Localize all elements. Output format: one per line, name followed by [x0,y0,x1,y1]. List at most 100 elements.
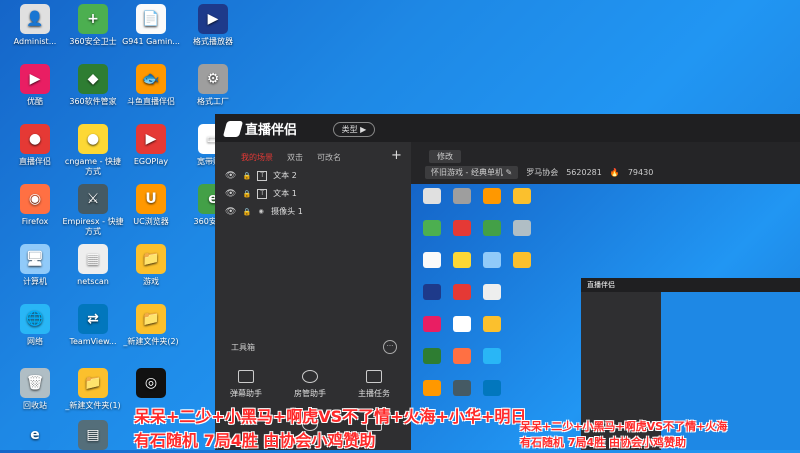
admin-icon [302,370,318,383]
lock-icon[interactable]: 🔒 [242,190,251,198]
tool-label: 弹幕助手 [230,389,262,398]
desktop-icon[interactable]: 📁 游戏 [120,244,182,287]
mini-icon [483,188,501,204]
desktop-icon[interactable]: ◉ Firefox [4,184,66,227]
app-icon: ▤ [78,420,108,450]
edit-button[interactable]: 修改 [429,150,461,163]
mini-desktop-icon [447,380,477,397]
desktop-icon[interactable]: ⚙ 格式工厂 [182,64,244,107]
desktop-icon[interactable]: ⚔ Empiresx - 快捷方式 [62,184,124,237]
more-icon[interactable]: ··· [383,340,397,354]
mini-icon [483,380,501,396]
app-icon: ⚔ [78,184,108,214]
app-icon: ◆ [78,64,108,94]
desktop-icon[interactable]: 🐟 斗鱼直播伴侣 [120,64,182,107]
desktop-icon[interactable]: ▦ netscan [62,244,124,287]
toolbox-title: 工具箱 [231,343,255,352]
desktop-icon[interactable]: 👤 Administ... [4,4,66,47]
mini-icon [453,316,471,332]
scene-item[interactable]: 👁 🔒 T 文本 1 [225,188,297,199]
app-logo: 直播伴侣 [222,119,297,138]
mini-desktop-icon [477,316,507,333]
desktop-icon-label: UC浏览器 [133,217,169,226]
desktop-icon[interactable]: e [4,420,66,453]
desktop-icon-label: Administ... [13,37,57,46]
desktop-icon[interactable]: ◎ [120,368,182,401]
desktop-icon-label: 360软件管家 [69,97,117,106]
app-icon: e [20,420,50,450]
desktop-icon[interactable]: ● cngame - 快捷方式 [62,124,124,177]
desktop-icon[interactable]: ◆ 360软件管家 [62,64,124,107]
desktop-icon-label: netscan [77,277,109,286]
desktop-icon[interactable]: ▤ [62,420,124,453]
desktop-icon[interactable]: 🗑 回收站 [4,368,66,411]
text-source-icon: T [257,170,268,181]
eye-icon[interactable]: 👁 [225,207,236,217]
streamer-name: 罗马协会 [526,168,559,177]
eye-icon[interactable]: 👁 [225,189,236,199]
mini-desktop-icon [477,252,507,269]
mini-desktop-icon [447,220,477,237]
host-task-button[interactable]: 主播任务 [349,370,399,399]
app-icon: ▦ [78,244,108,274]
desktop-icon-label: EGOPlay [133,157,169,166]
danmaku-helper-button[interactable]: 弹幕助手 [221,370,271,399]
desktop-icon-label: 计算机 [23,277,47,286]
desktop-icon[interactable]: 📁 _新建文件夹(1) [62,368,124,411]
desktop-icon-label: 直播伴侣 [19,157,51,166]
app-icon: ⇄ [78,304,108,334]
tab-my-scenes[interactable]: 我的场景 [241,152,273,163]
desktop-icon[interactable]: ⇄ TeamView... [62,304,124,347]
desktop-icon[interactable]: 📁 _新建文件夹(2) [120,304,182,347]
desktop-icon[interactable]: ▶ 格式播放器 [182,4,244,47]
overlay-small-line-2: 有石随机 7局4胜 由协会小鸡赞助 [520,436,686,449]
desktop-icon-label: 格式工厂 [197,97,229,106]
desktop-icon[interactable]: ▶ 优酷 [4,64,66,107]
app-icon: ◉ [20,184,50,214]
type-button[interactable]: 类型 ▶ [333,122,375,137]
room-admin-button[interactable]: 房管助手 [285,370,335,399]
scene-item[interactable]: 👁 🔒 T 文本 2 [225,170,297,181]
tab-rename[interactable]: 可改名 [317,152,341,163]
danmaku-icon [238,370,254,383]
desktop-icon[interactable]: U UC浏览器 [120,184,182,227]
eye-icon[interactable]: 👁 [225,171,236,181]
mini-desktop-icon [477,380,507,397]
mini-desktop-icon [447,316,477,333]
text-source-icon: T [257,188,268,199]
tab-double-click[interactable]: 双击 [287,152,303,163]
overlay-small-line-1: 呆呆+二少+小黑马+啊虎VS不了情+火海 [520,420,728,433]
app-icon: 📁 [78,368,108,398]
scene-label: 文本 2 [273,171,297,180]
category-selector[interactable]: 怀旧游戏 - 经典单机 ✎ [425,166,519,179]
lock-icon[interactable]: 🔒 [242,172,251,180]
mini-desktop-icon [447,348,477,365]
live-companion-window: 直播伴侣 类型 ▶ 我的场景 双击 可改名 + 👁 🔒 T 文本 2 👁 🔒 T… [215,114,800,450]
camera-icon: ◉ [258,207,264,215]
desktop-icon-label: G941 Gamin... [122,37,180,46]
mini-desktop-icon [447,284,477,301]
mini-desktop-icon [507,220,537,237]
desktop-icon-label: _新建文件夹(1) [65,401,121,410]
fans-icon: 🔥 [609,168,620,177]
mini-icon [423,220,441,236]
scene-label: 摄像头 1 [271,207,303,216]
mini-icon [483,316,501,332]
desktop-icon[interactable]: 🌐 网络 [4,304,66,347]
desktop-icon[interactable]: ● 直播伴侣 [4,124,66,167]
desktop-icon[interactable]: 🖥 计算机 [4,244,66,287]
mini-desktop-icon [417,220,447,237]
mini-icon [423,380,441,396]
scene-item[interactable]: 👁 🔒 ◉ 摄像头 1 [225,206,303,217]
desktop-icon-label: 斗鱼直播伴侣 [127,97,175,106]
mini-desktop-icon [417,252,447,269]
logo-icon [222,120,244,137]
mini-icon [453,348,471,364]
lock-icon[interactable]: 🔒 [242,208,251,216]
desktop-icon[interactable]: +360安全卫士 [62,4,124,47]
add-scene-icon[interactable]: + [391,148,402,163]
desktop-icon[interactable]: 📄 G941 Gamin... [120,4,182,47]
desktop-icon-label: 360安全卫士 [69,37,117,46]
desktop-icon[interactable]: ▶ EGOPlay [120,124,182,167]
fans-count: 79430 [627,168,654,177]
